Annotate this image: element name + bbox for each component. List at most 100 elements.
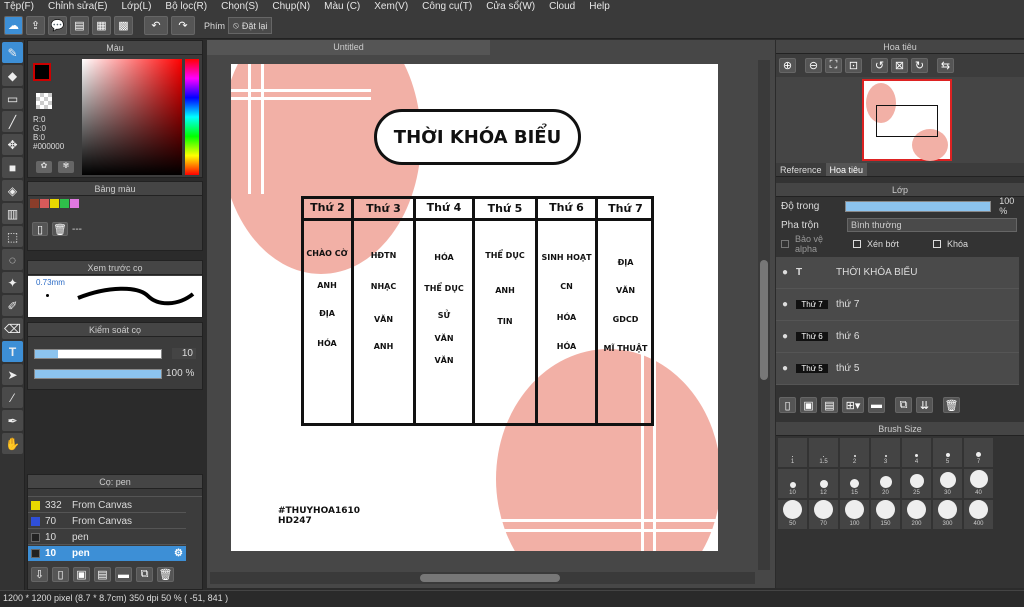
gear-icon[interactable]: ⚙ <box>174 548 183 559</box>
eye-icon[interactable]: ● <box>782 363 788 374</box>
menu-edit[interactable]: Chỉnh sửa(E) <box>48 1 108 12</box>
zoom-out-icon[interactable]: ⊖ <box>805 58 822 73</box>
protect-alpha-checkbox[interactable] <box>781 240 789 248</box>
brush-size-cell[interactable]: 15 <box>839 468 870 499</box>
color-mixer-icon[interactable]: ✾ <box>58 161 74 173</box>
operation-icon[interactable]: ➤ <box>2 364 23 385</box>
select-pen-icon[interactable]: ✐ <box>2 295 23 316</box>
brush-size-cell[interactable]: 12 <box>808 468 839 499</box>
magic-wand-icon[interactable]: ✦ <box>2 272 23 293</box>
redo-icon[interactable]: ↷ <box>171 16 195 35</box>
menu-select[interactable]: Chọn(S) <box>221 1 258 12</box>
reset-button[interactable]: ⦸ Đặt lại <box>228 17 273 34</box>
zoom-in-icon[interactable]: ⊕ <box>779 58 796 73</box>
folder-icon[interactable]: ▬ <box>868 397 885 413</box>
blend-select[interactable]: Bình thường <box>847 218 1017 232</box>
layer-row[interactable]: ● Thứ 7 thứ 7 <box>776 289 1019 321</box>
rotate-left-icon[interactable]: ↺ <box>871 58 888 73</box>
menu-window[interactable]: Cửa sổ(W) <box>486 1 535 12</box>
brush-copy-icon[interactable]: ▣ <box>73 567 90 582</box>
layer-row[interactable]: ● Thứ 5 thứ 5 <box>776 353 1019 385</box>
opacity-slider[interactable] <box>34 369 162 379</box>
move-tool-icon[interactable]: ✥ <box>2 134 23 155</box>
eye-icon[interactable]: ● <box>782 331 788 342</box>
brush-folder-icon[interactable]: ▤ <box>94 567 111 582</box>
brush-size-cell[interactable]: 4 <box>901 437 932 468</box>
brush-new-icon[interactable]: ▯ <box>52 567 69 582</box>
brush-size-cell[interactable]: 150 <box>870 499 901 530</box>
brush-size-cell[interactable]: 30 <box>932 468 963 499</box>
eye-icon[interactable]: ● <box>782 267 788 278</box>
lock-checkbox[interactable] <box>933 240 941 248</box>
paper-canvas[interactable]: THỜI KHÓA BIỂU Thứ 2 Thứ 3 Thứ 4 Thứ 5 T… <box>231 64 718 551</box>
reset-view-icon[interactable]: ⊠ <box>891 58 908 73</box>
palette-swatch[interactable] <box>30 199 39 208</box>
palette-swatch[interactable] <box>70 199 79 208</box>
brush-size-cell[interactable]: 70 <box>808 499 839 530</box>
canvas-hscroll[interactable] <box>210 572 755 584</box>
size-slider[interactable] <box>34 349 162 359</box>
menu-tools[interactable]: Công cụ(T) <box>422 1 472 12</box>
new-layer1-icon[interactable]: ▤ <box>821 397 838 413</box>
menu-help[interactable]: Help <box>589 1 610 12</box>
duplicate-icon[interactable]: ⧉ <box>136 567 153 582</box>
fill-rect-icon[interactable]: ■ <box>2 157 23 178</box>
speech-icon[interactable]: 💬 <box>48 16 67 35</box>
brush-size-cell[interactable]: 300 <box>932 499 963 530</box>
brush-size-cell[interactable]: 1.5 <box>808 437 839 468</box>
menu-filter[interactable]: Bộ lọc(R) <box>165 1 207 12</box>
folder-icon[interactable]: ▬ <box>115 567 132 582</box>
canvas-vscroll[interactable] <box>758 60 770 570</box>
menu-layer[interactable]: Lớp(L) <box>122 1 152 12</box>
lasso-icon[interactable]: ◌ <box>2 249 23 270</box>
undo-icon[interactable]: ↶ <box>144 16 168 35</box>
layer-row[interactable]: ● T THỜI KHÓA BIỂU <box>776 257 1019 289</box>
menu-capture[interactable]: Chụp(N) <box>272 1 310 12</box>
brush-row-selected[interactable]: 10 pen ⚙ <box>28 546 186 561</box>
new-layer-icon[interactable]: ▯ <box>779 397 796 413</box>
brush-size-cell[interactable]: 2 <box>839 437 870 468</box>
grid-icon[interactable]: ▩ <box>114 16 133 35</box>
brush-size-cell[interactable]: 3 <box>870 437 901 468</box>
rotate-right-icon[interactable]: ↻ <box>911 58 928 73</box>
fit-icon[interactable]: ⛶ <box>825 58 842 73</box>
brush-size-cell[interactable]: 20 <box>870 468 901 499</box>
hand-icon[interactable]: ✋ <box>2 433 23 454</box>
fg-color-swatch[interactable] <box>33 63 51 81</box>
menu-color[interactable]: Màu (C) <box>324 1 360 12</box>
cloud-icon[interactable]: ☁ <box>4 16 23 35</box>
dropper-icon[interactable]: ⁄ <box>2 387 23 408</box>
select-rect-icon[interactable]: ⬚ <box>2 226 23 247</box>
menu-view[interactable]: Xem(V) <box>374 1 408 12</box>
menu-file[interactable]: Tệp(F) <box>4 1 34 12</box>
brush-size-cell[interactable]: 100 <box>839 499 870 530</box>
size-value[interactable]: 10 <box>172 348 196 359</box>
brush-add-icon[interactable]: ⇩ <box>31 567 48 582</box>
select-eraser-icon[interactable]: ⌫ <box>2 318 23 339</box>
layer-row[interactable]: ● Thứ 6 thứ 6 <box>776 321 1019 353</box>
brush-size-cell[interactable]: 200 <box>901 499 932 530</box>
bucket-icon[interactable]: ◈ <box>2 180 23 201</box>
add-layer-dropdown-icon[interactable]: ⊞▾ <box>842 397 864 413</box>
line-tool-icon[interactable]: ╱ <box>2 111 23 132</box>
palette-swatch[interactable] <box>40 199 49 208</box>
saturation-box[interactable] <box>82 59 182 175</box>
merge-icon[interactable]: ⇊ <box>916 397 933 413</box>
text-tool-icon[interactable]: T <box>2 341 23 362</box>
clip-checkbox[interactable] <box>853 240 861 248</box>
brush-size-cell[interactable]: 7 <box>963 437 994 468</box>
brush-row[interactable]: 70 From Canvas <box>28 514 186 529</box>
actual-size-icon[interactable]: ⊡ <box>845 58 862 73</box>
layer-opacity-slider[interactable] <box>845 200 992 212</box>
brush-size-cell[interactable]: 25 <box>901 468 932 499</box>
gradient-icon[interactable]: ▥ <box>2 203 23 224</box>
panel-icon[interactable]: ▦ <box>92 16 111 35</box>
brush-size-cell[interactable]: 1 <box>777 437 808 468</box>
brush-size-cell[interactable]: 5 <box>932 437 963 468</box>
brush-size-cell[interactable]: 10 <box>777 468 808 499</box>
hue-slider[interactable] <box>185 59 199 175</box>
eraser-tool-icon[interactable]: ◆ <box>2 65 23 86</box>
canvas-tab[interactable]: Untitled <box>207 40 490 55</box>
tab-reference[interactable]: Reference <box>776 163 826 176</box>
palette-swatch[interactable] <box>60 199 69 208</box>
